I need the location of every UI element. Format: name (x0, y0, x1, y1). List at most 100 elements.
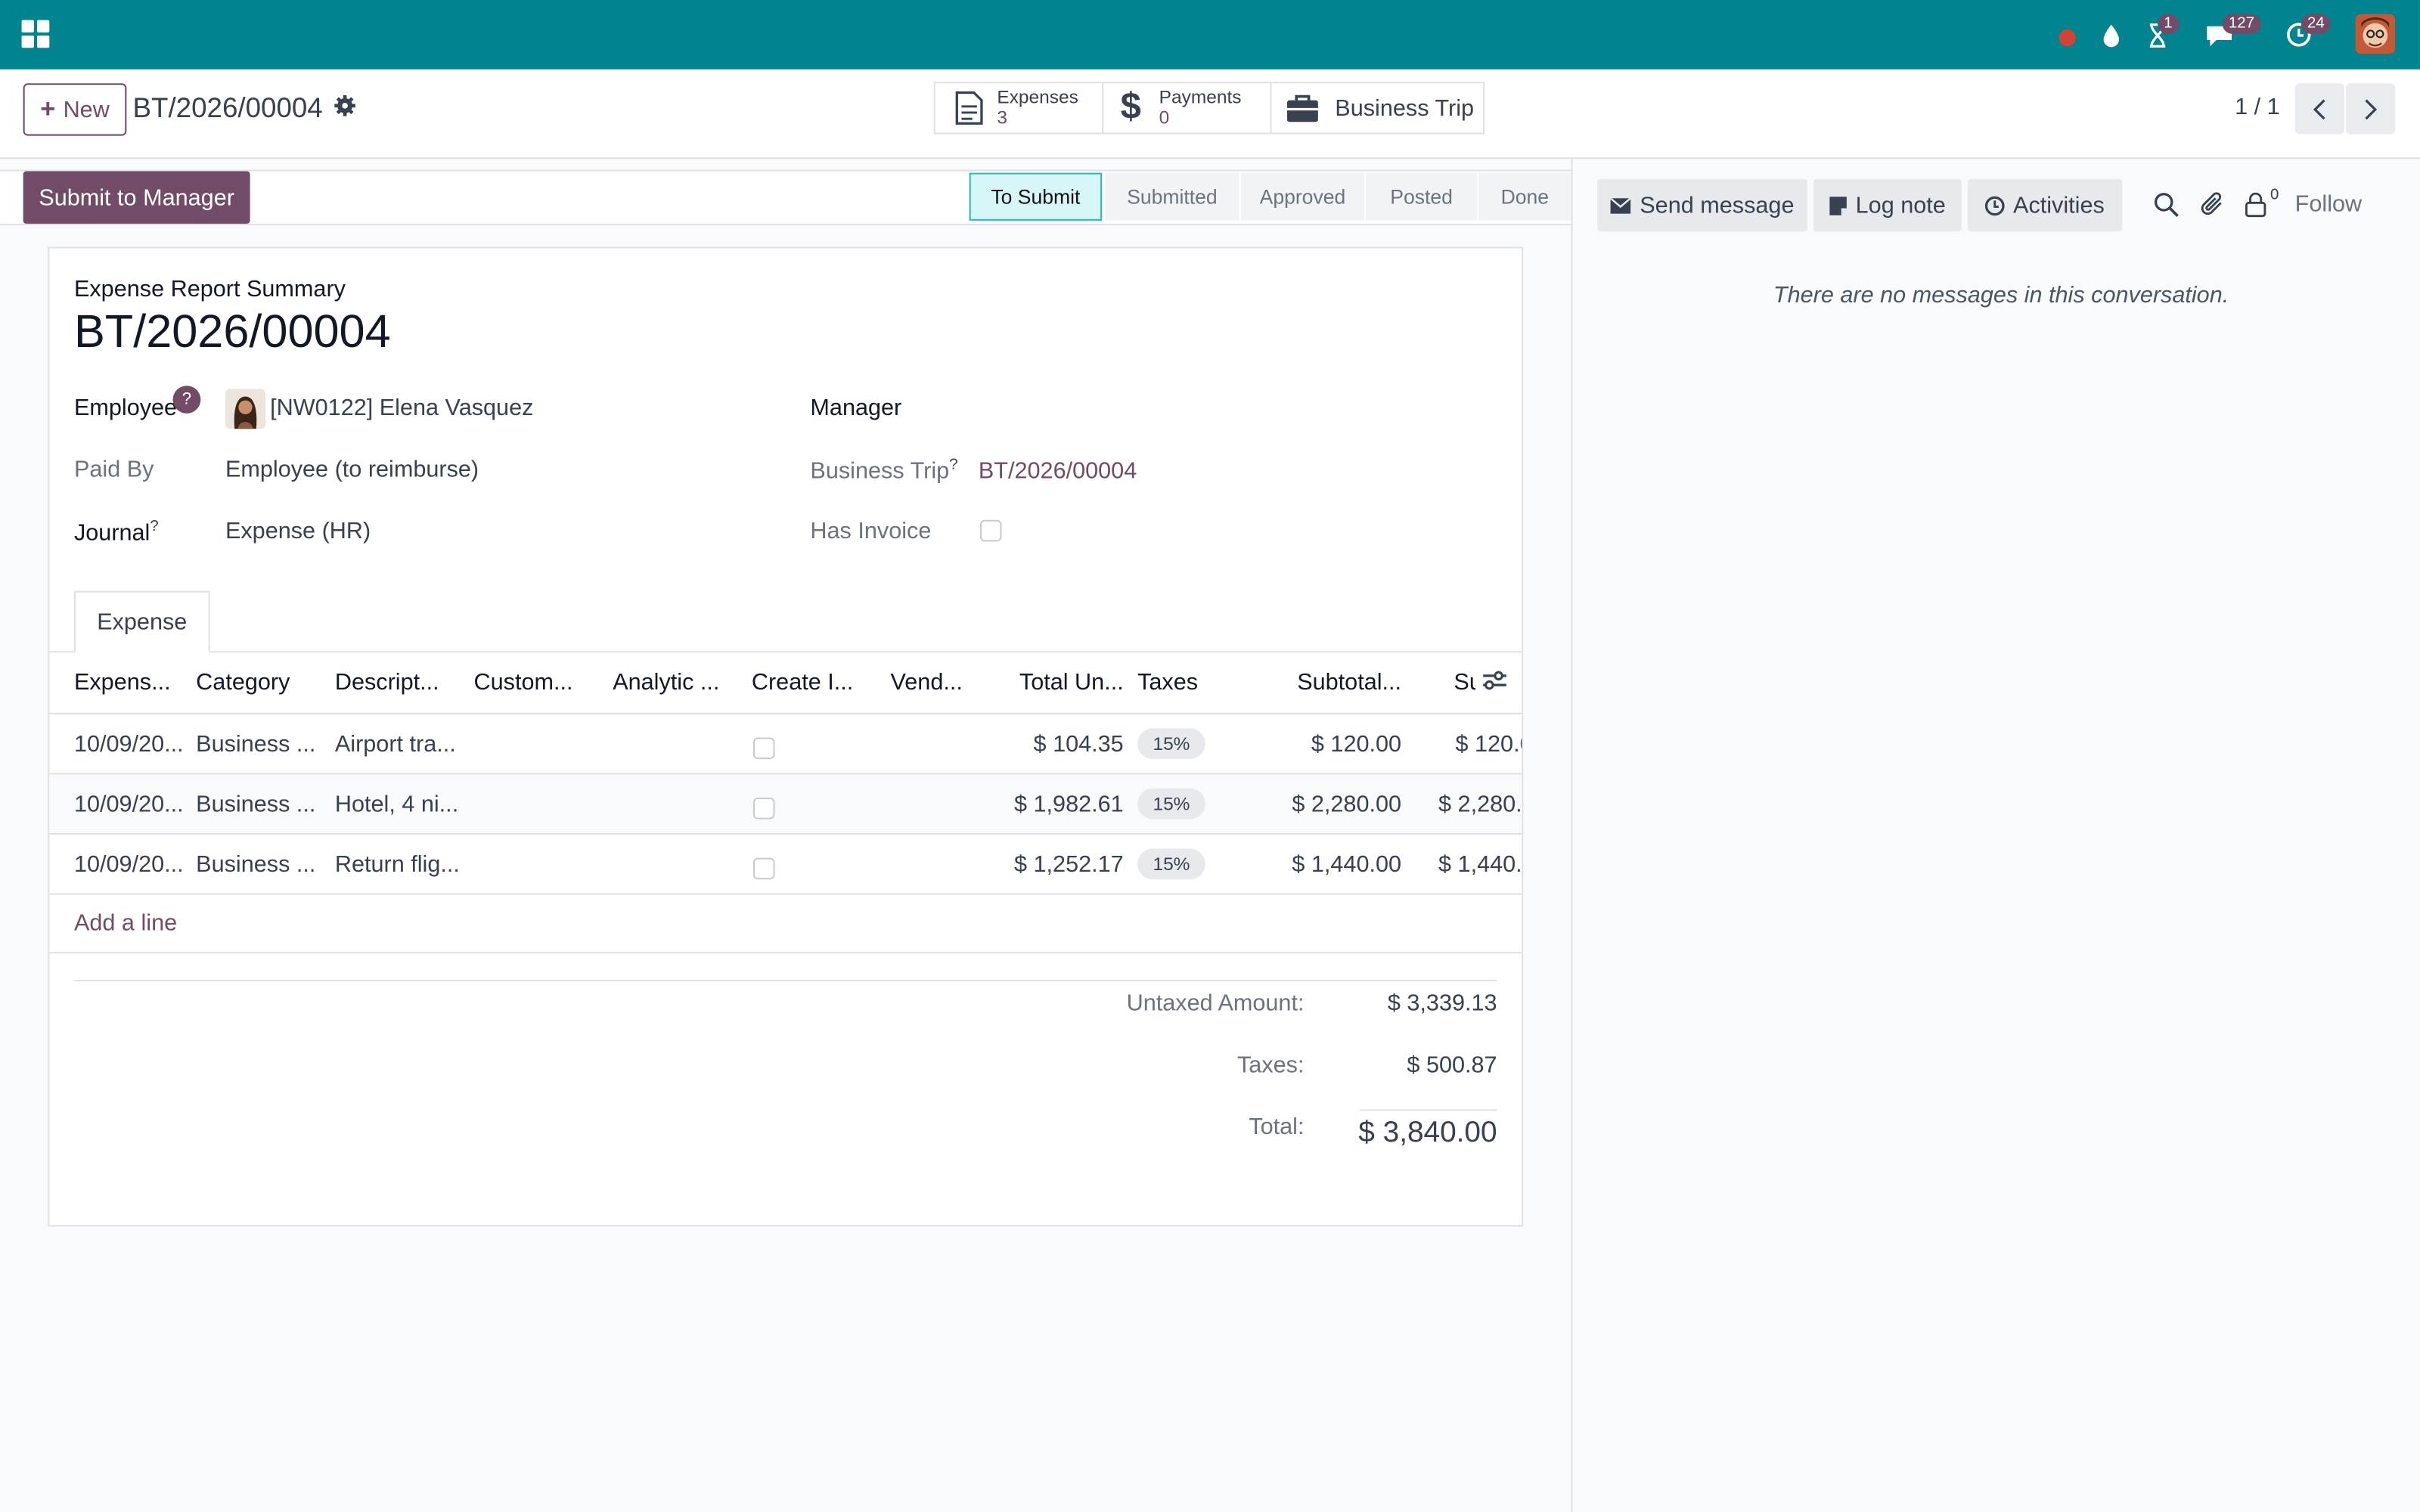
activity-hourglass-icon[interactable]: 1 (2142, 0, 2179, 70)
recording-dot-icon[interactable] (2052, 0, 2080, 70)
submit-to-manager-button[interactable]: Submit to Manager (23, 171, 250, 224)
updates-clock-icon[interactable]: 24 (2282, 0, 2331, 70)
optional-columns-settings-icon[interactable] (1481, 670, 1509, 695)
drop-icon[interactable] (2097, 0, 2125, 70)
app-root: 1 127 24 + New BT/2026/00004 Expenses 3 … (0, 0, 2420, 1512)
untaxed-amount-value: $ 3,339.13 (1387, 990, 1497, 1017)
business-trip-help-icon[interactable]: ? (949, 457, 957, 473)
activities-button[interactable]: Activities (1968, 178, 2123, 232)
column-header-customer[interactable]: Custom... (474, 670, 600, 696)
pager-value[interactable]: 1 / 1 (2235, 94, 2280, 120)
cell-category: Business ... (196, 791, 316, 818)
grand-total-label: Total: (1249, 1114, 1305, 1141)
column-header-sum[interactable]: Su (1454, 670, 1475, 696)
plus-icon: + (40, 94, 56, 124)
paperclip-icon[interactable] (2199, 191, 2227, 219)
dollar-icon: $ (1120, 86, 1141, 129)
cell-total-unit: $ 104.35 (1033, 731, 1124, 758)
summary-label: Expense Report Summary (73, 276, 346, 302)
smart-button-business-trip[interactable]: Business Trip (1270, 82, 1485, 135)
form-sheet: Expense Report Summary BT/2026/00004 Emp… (48, 246, 1524, 1227)
stage-posted[interactable]: Posted (1366, 172, 1478, 221)
column-header-expense-date[interactable]: Expens... (74, 670, 190, 696)
gear-icon[interactable] (334, 94, 358, 119)
document-icon (955, 91, 983, 125)
cell-date: 10/09/20... (73, 731, 184, 758)
breadcrumb: BT/2026/00004 (132, 92, 323, 124)
search-icon[interactable] (2153, 191, 2181, 219)
stage-to-submit[interactable]: To Submit (969, 172, 1103, 221)
clock-icon (1985, 195, 2006, 215)
activity-count-badge: 1 (2158, 14, 2179, 34)
create-invoice-checkbox[interactable] (752, 857, 775, 880)
expense-table-header: Expens... Category Descript... Custom...… (49, 652, 1522, 714)
stage-submitted[interactable]: Submitted (1105, 172, 1239, 221)
new-button[interactable]: + New (23, 83, 127, 136)
send-message-button[interactable]: Send message (1597, 178, 1807, 232)
column-header-description[interactable]: Descript... (335, 670, 461, 696)
cell-description: Return flig... (334, 851, 460, 878)
tab-expense[interactable]: Expense (73, 590, 210, 653)
has-invoice-label: Has Invoice (810, 518, 932, 545)
employee-field[interactable]: [NW0122] Elena Vasquez (270, 395, 533, 421)
table-row[interactable]: 10/09/20... Business ... Hotel, 4 ni... … (49, 774, 1522, 835)
cell-total-unit: $ 1,982.61 (1013, 791, 1124, 818)
column-header-taxes[interactable]: Taxes (1137, 670, 1246, 696)
create-invoice-checkbox[interactable] (752, 737, 775, 760)
top-navbar: 1 127 24 (0, 0, 2420, 70)
column-header-analytic[interactable]: Analytic ... (613, 670, 739, 696)
taxes-total-value: $ 500.87 (1407, 1052, 1497, 1079)
tax-badge: 15% (1137, 788, 1205, 820)
apps-grid-icon[interactable] (21, 20, 50, 48)
smart-button-payments[interactable]: $ Payments 0 (1102, 82, 1272, 135)
pager-next-button[interactable] (2346, 83, 2396, 135)
page-title: BT/2026/00004 (73, 307, 391, 358)
updates-count-badge: 24 (2301, 14, 2331, 34)
cell-description: Airport tra... (334, 731, 456, 758)
add-line-row: Add a line (49, 895, 1522, 954)
totals-divider (73, 979, 1497, 981)
has-invoice-checkbox[interactable] (979, 519, 1002, 542)
stage-done[interactable]: Done (1478, 172, 1571, 221)
cell-description: Hotel, 4 ni... (334, 791, 459, 818)
follow-button[interactable]: Follow (2295, 191, 2362, 218)
cell-subtotal: $ 2,280.00 (1292, 791, 1402, 818)
log-note-button[interactable]: Log note (1813, 178, 1962, 232)
journal-field[interactable]: Expense (HR) (225, 519, 371, 545)
journal-help-icon[interactable]: ? (150, 519, 158, 535)
table-row[interactable]: 10/09/20... Business ... Return flig... … (49, 835, 1522, 895)
chevron-right-icon (2365, 98, 2378, 119)
employee-avatar (225, 389, 266, 429)
column-header-total-unit[interactable]: Total Un... (1010, 670, 1124, 696)
paid-by-label: Paid By (73, 457, 154, 483)
cell-sum: $ 2,280.0 (1438, 791, 1522, 818)
paid-by-field[interactable]: Employee (to reimburse) (225, 457, 479, 483)
messages-icon[interactable]: 127 (2202, 0, 2261, 70)
cell-total-unit: $ 1,252.17 (1013, 851, 1124, 878)
taxes-total-label: Taxes: (1236, 1052, 1305, 1079)
cell-category: Business ... (196, 851, 316, 878)
create-invoice-checkbox[interactable] (752, 798, 775, 820)
employee-help-icon[interactable]: ? (172, 386, 201, 414)
manager-field[interactable] (976, 387, 1500, 427)
cell-sum: $ 120.0 (1455, 731, 1522, 758)
control-panel: + New BT/2026/00004 Expenses 3 $ Payment… (0, 69, 2420, 160)
table-row[interactable]: 10/09/20... Business ... Airport tra... … (49, 714, 1522, 775)
business-trip-label: Business Trip? (810, 457, 958, 485)
business-trip-link[interactable]: BT/2026/00004 (979, 458, 1137, 485)
column-header-create-invoice[interactable]: Create I... (752, 670, 878, 696)
cell-category: Business ... (196, 731, 316, 758)
stage-approved[interactable]: Approved (1240, 172, 1365, 221)
cell-date: 10/09/20... (73, 851, 184, 878)
briefcase-icon (1287, 94, 1318, 122)
pager-previous-button[interactable] (2294, 83, 2344, 135)
messages-count-badge: 127 (2222, 14, 2261, 34)
total-divider (1359, 1109, 1497, 1111)
add-line-link[interactable]: Add a line (74, 910, 177, 937)
column-header-category[interactable]: Category (196, 670, 319, 696)
column-header-vendor[interactable]: Vend... (891, 670, 1007, 696)
lock-icon[interactable] (2244, 191, 2272, 219)
smart-button-expenses[interactable]: Expenses 3 (933, 82, 1104, 135)
user-avatar[interactable] (2355, 14, 2396, 54)
column-header-subtotal[interactable]: Subtotal... (1284, 670, 1401, 696)
